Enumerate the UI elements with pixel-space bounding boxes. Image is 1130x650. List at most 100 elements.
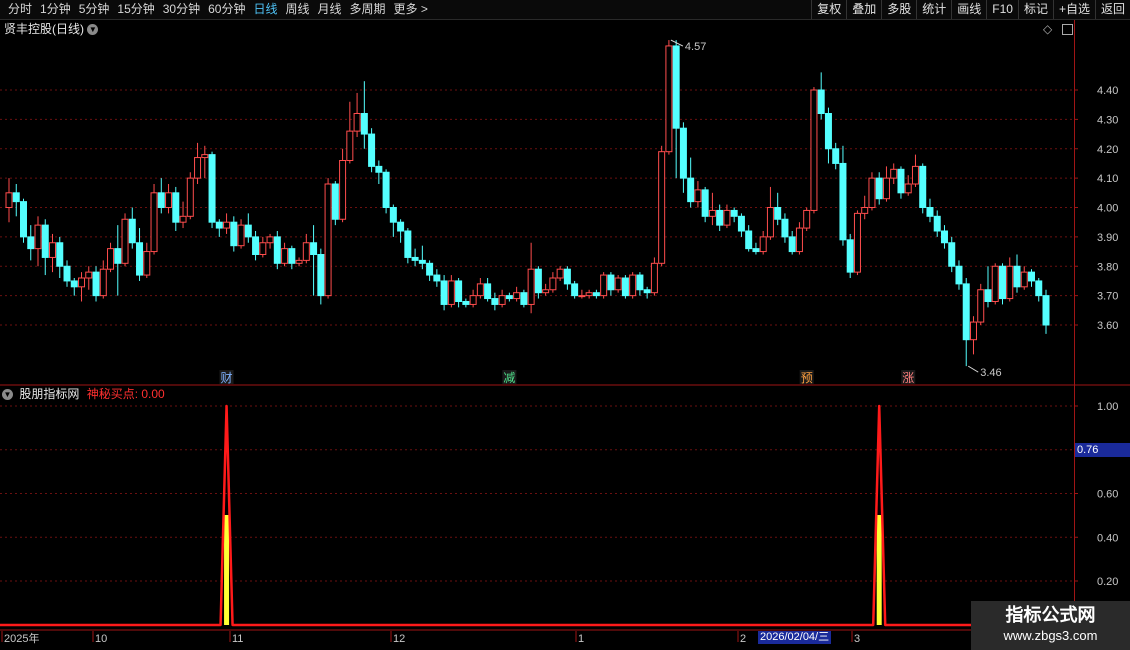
candle-body [1013,265,1021,288]
watermark: 指标公式网 www.zbgs3.com [971,601,1130,650]
candle-body [737,215,745,232]
candle-body [128,218,136,244]
candle-body [266,236,274,244]
candle-body [34,224,42,250]
x-tick-label: 3 [854,633,860,645]
period-tab-8[interactable]: 月线 [314,0,346,19]
period-tab-3[interactable]: 15分钟 [113,0,158,19]
candle-body [897,168,905,194]
period-tab-9[interactable]: 多周期 [346,0,390,19]
candle-body [998,265,1006,300]
toolbar-right-buttons: 复权 叠加 多股 统计 画线 F10 标记 +自选 返回 [811,0,1130,19]
candle-body [795,227,803,253]
candle-body [607,274,615,291]
period-tab-6[interactable]: 日线 [249,0,281,19]
candle-body [295,259,303,264]
candle-body [360,113,368,135]
price-tick-label: 4.40 [1097,85,1118,97]
candle-body [208,154,216,223]
candle-body [368,133,376,167]
indicator-tick-label: 0.60 [1097,489,1118,501]
x-tick-label: 10 [95,633,107,645]
candle-body [759,236,767,253]
event-marker-1: 减 [503,371,515,385]
candle-body [1042,295,1050,326]
candle-body [353,113,361,132]
signal-fill-bar [224,515,230,625]
candle-body [433,274,441,282]
price-tick-label: 3.80 [1097,261,1118,273]
candle-body [904,183,912,194]
candle-body [99,268,107,297]
chart-canvas[interactable]: 4.40 4.30 4.20 4.10 4.00 3.90 3.80 3.70 3.60 4.57… [0,20,1130,650]
candle-body [114,248,122,264]
candle-body [498,295,506,305]
candle-body [505,295,513,300]
candle-body [281,248,289,264]
period-tab-7[interactable]: 周线 [281,0,313,19]
candle-body [600,274,608,297]
price-tick-label: 4.00 [1097,203,1118,215]
candle-body [85,271,93,279]
candle-body [723,209,731,226]
candle-body [165,192,173,208]
candle-body [172,192,180,223]
candle-body [803,209,811,229]
x-tick-label: 1 [578,633,584,645]
candle-body [244,224,252,238]
candle-body [259,242,267,255]
price-tick-label: 3.70 [1097,291,1118,303]
candle-body [273,236,281,264]
low-price-label: 3.46 [980,367,1001,379]
period-tab-10[interactable]: 更多 > [390,0,432,19]
cursor-value: 0.76 [1075,443,1130,457]
toolbar-button-6[interactable]: 标记 [1017,0,1053,19]
candle-body [861,207,869,214]
candle-body [27,236,35,250]
candle-body [179,215,187,223]
candle-body [933,215,941,232]
candle-body [186,177,194,217]
toolbar-button-2[interactable]: 多股 [881,0,916,19]
candle-body [426,262,434,276]
toolbar-button-7[interactable]: +自选 [1052,0,1095,19]
candle-body [788,236,796,253]
candle-body [658,151,666,264]
candle-body [150,192,158,253]
toolbar-button-8[interactable]: 返回 [1094,0,1130,19]
toolbar-button-1[interactable]: 叠加 [846,0,881,19]
x-tick-label: 11 [232,633,243,645]
period-tab-4[interactable]: 30分钟 [159,0,204,19]
candle-body [882,177,890,200]
candle-body [252,236,260,255]
candle-body [455,280,463,302]
high-price-label: 4.57 [685,41,706,53]
candle-body [621,277,629,297]
candle-body [411,256,419,261]
period-tab-2[interactable]: 5分钟 [75,0,114,19]
candle-body [571,283,579,297]
candle-body [346,130,354,161]
candle-body [969,321,977,341]
x-tick-label: 2 [740,633,746,645]
candle-body [977,289,985,323]
toolbar-button-0[interactable]: 复权 [811,0,846,19]
period-tab-1[interactable]: 1分钟 [36,0,75,19]
indicator-tick-label: 1.00 [1097,401,1118,413]
candle-body [317,254,325,297]
candle-body [20,201,28,238]
candle-body [339,160,347,220]
period-tab-5[interactable]: 60分钟 [204,0,249,19]
toolbar-button-4[interactable]: 画线 [951,0,986,19]
price-tick-label: 4.30 [1097,114,1118,126]
price-tick-label: 4.20 [1097,144,1118,156]
toolbar-button-5[interactable]: F10 [986,0,1018,19]
candle-body [708,209,716,217]
candle-body [578,295,586,298]
candle-body [70,280,78,288]
candle-body [302,242,310,261]
candle-body [730,209,738,217]
toolbar-button-3[interactable]: 统计 [916,0,951,19]
period-tab-0[interactable]: 分时 [4,0,36,19]
candle-body [549,277,557,291]
